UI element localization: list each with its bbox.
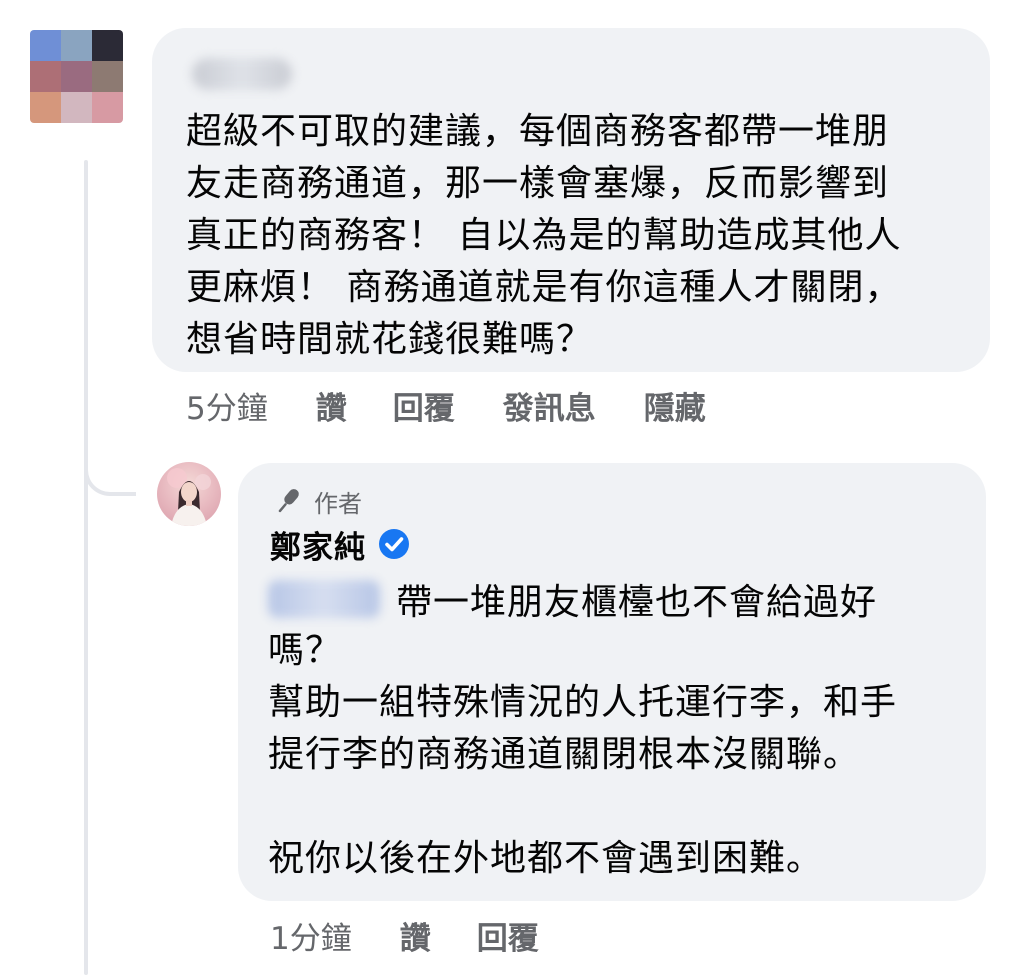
comment-bubble: 超級不可取的建議，每個商務客都帶一堆朋 友走商務通道，那一樣會塞爆，反而影響到 … xyxy=(152,28,990,372)
reply-button[interactable]: 回覆 xyxy=(477,913,539,958)
comment-actions: 5分鐘 讚 回覆 發訊息 隱藏 xyxy=(186,383,706,428)
author-avatar-image xyxy=(167,468,211,526)
thread-line-branch xyxy=(84,440,136,496)
reply-bubble: 作者 鄭家純 帶一堆朋友櫃檯也不會給過好 嗎？ 幫助一組特殊情況的人托運行李，和… xyxy=(238,463,986,901)
message-button[interactable]: 發訊息 xyxy=(503,383,596,428)
thread-line xyxy=(84,160,88,975)
like-button[interactable]: 讚 xyxy=(316,383,347,428)
author-avatar[interactable] xyxy=(157,462,221,526)
comment-timestamp[interactable]: 5分鐘 xyxy=(186,383,268,428)
commenter-avatar[interactable] xyxy=(30,30,123,123)
author-badge-label: 作者 xyxy=(314,489,362,518)
reply-button[interactable]: 回覆 xyxy=(393,383,455,428)
commenter-name-blurred[interactable] xyxy=(192,58,292,90)
comment-text: 超級不可取的建議，每個商務客都帶一堆朋 友走商務通道，那一樣會塞爆，反而影響到 … xyxy=(186,111,902,360)
like-button[interactable]: 讚 xyxy=(400,913,431,958)
reply-text: 嗎？ 幫助一組特殊情況的人托運行李，和手 提行李的商務通道關閉根本沒關聯。 祝你… xyxy=(268,630,898,879)
reply-timestamp[interactable]: 1分鐘 xyxy=(270,913,352,958)
reply-actions: 1分鐘 讚 回覆 xyxy=(270,913,539,958)
author-name[interactable]: 鄭家純 xyxy=(270,522,366,567)
verified-badge-icon xyxy=(379,529,409,559)
reply-text-first-line: 帶一堆朋友櫃檯也不會給過好 xyxy=(396,582,878,623)
hide-button[interactable]: 隱藏 xyxy=(644,383,706,428)
author-badge: 作者 xyxy=(272,483,956,519)
mentioned-user-blurred[interactable] xyxy=(268,580,380,618)
microphone-icon xyxy=(278,489,299,513)
